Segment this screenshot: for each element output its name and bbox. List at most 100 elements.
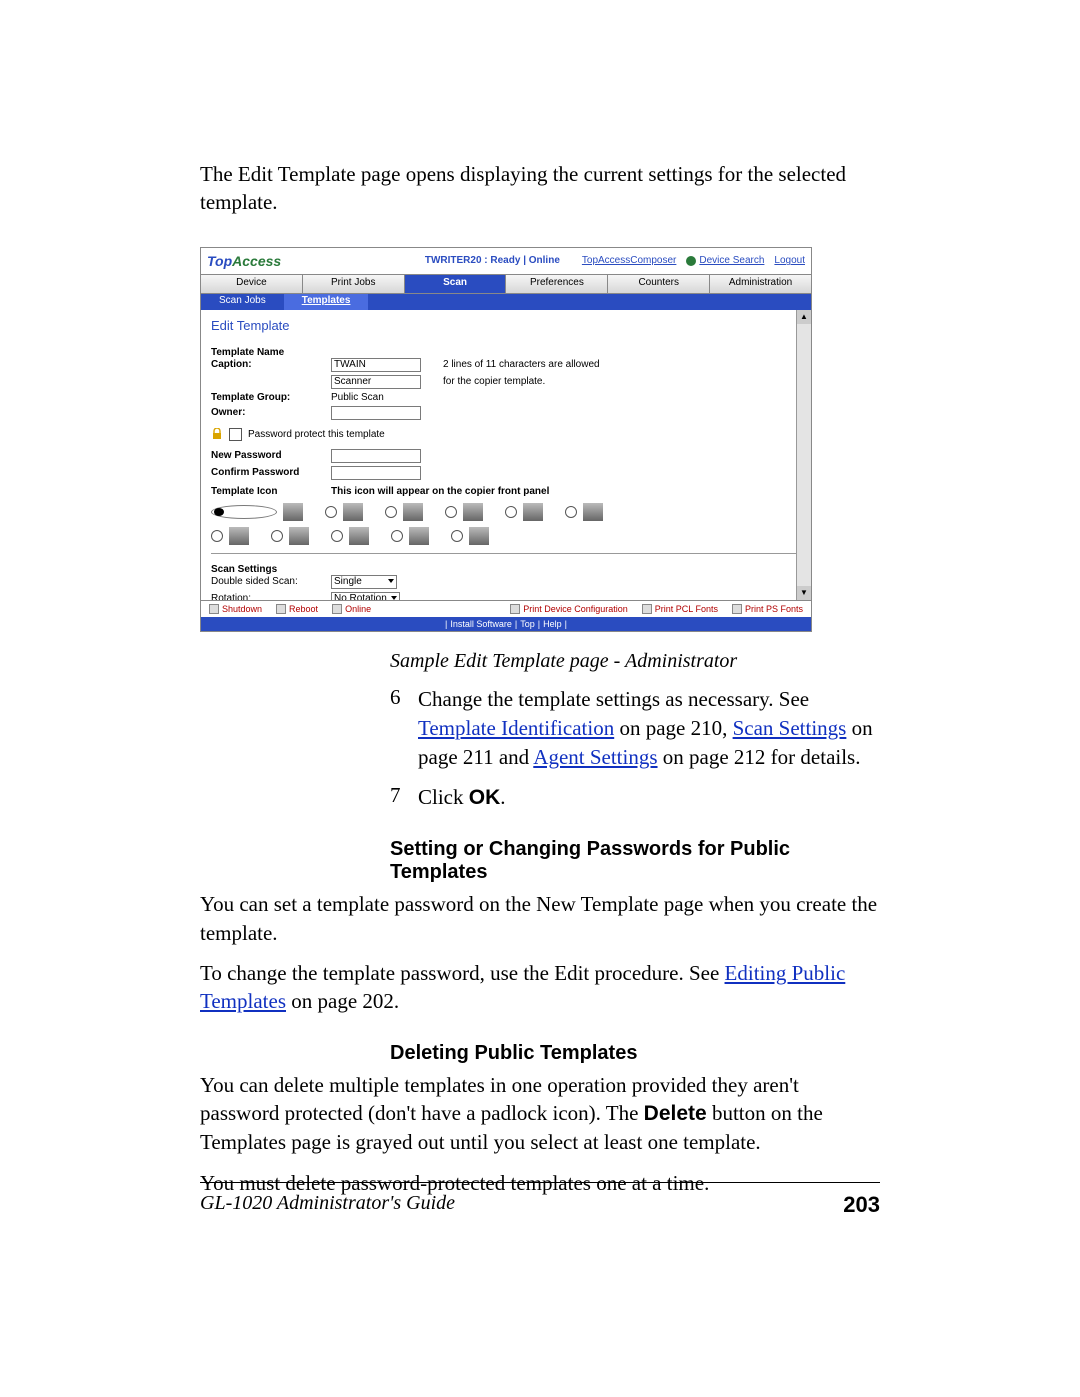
divider: [211, 553, 801, 554]
footer-title: GL-1020 Administrator's Guide: [200, 1192, 455, 1218]
brand-part1: Top: [207, 253, 232, 269]
template-icon-9: [349, 527, 369, 545]
ps-label: Print PS Fonts: [745, 604, 803, 614]
subtab-templates[interactable]: Templates: [284, 294, 369, 310]
logout-link[interactable]: Logout: [774, 255, 805, 266]
new-password-input[interactable]: [331, 449, 421, 463]
icon-radio-3[interactable]: [385, 506, 397, 518]
tab-device[interactable]: Device: [201, 275, 303, 293]
search-icon: [686, 256, 696, 266]
tab-counters[interactable]: Counters: [608, 275, 710, 293]
scroll-down-button[interactable]: ▼: [797, 586, 811, 600]
help-link[interactable]: Help: [543, 619, 562, 629]
composer-link[interactable]: TopAccessComposer: [582, 255, 676, 266]
subtab-scan-jobs[interactable]: Scan Jobs: [201, 294, 284, 310]
reboot-icon: [276, 604, 286, 614]
icon-radio-8[interactable]: [271, 530, 283, 542]
step-6-text: Change the template settings as necessar…: [418, 685, 880, 773]
owner-input[interactable]: [331, 406, 421, 420]
shutdown-link[interactable]: Shutdown: [209, 604, 262, 614]
template-icon-label: Template Icon: [211, 486, 331, 497]
top-link[interactable]: Top: [520, 619, 535, 629]
template-icon-8: [289, 527, 309, 545]
rotation-label: Rotation:: [211, 593, 331, 600]
caption-line2-input[interactable]: Scanner: [331, 375, 421, 389]
rotation-select[interactable]: No Rotation: [331, 592, 400, 600]
confirm-password-input[interactable]: [331, 466, 421, 480]
template-icon-row-1: [211, 503, 801, 521]
double-sided-label: Double sided Scan:: [211, 576, 331, 587]
password-protect-checkbox[interactable]: [229, 428, 242, 441]
template-icon-row-2: [211, 527, 801, 545]
scan-settings-link[interactable]: Scan Settings: [733, 716, 847, 740]
content-scrollbar[interactable]: ▲ ▼: [796, 310, 811, 600]
footer-page-number: 203: [843, 1192, 880, 1218]
print-device-config-link[interactable]: Print Device Configuration: [510, 604, 628, 614]
icon-radio-1[interactable]: [211, 505, 277, 519]
tab-print-jobs[interactable]: Print Jobs: [303, 275, 405, 293]
footer-rule: [200, 1182, 880, 1183]
sub-tabs: Scan Jobs Templates: [201, 294, 811, 310]
icon-radio-4[interactable]: [445, 506, 457, 518]
agent-settings-link[interactable]: Agent Settings: [533, 745, 657, 769]
template-identification-link[interactable]: Template Identification: [418, 716, 614, 740]
confirm-password-label: Confirm Password: [211, 467, 331, 478]
template-icon-5: [523, 503, 543, 521]
template-icon-hint: This icon will appear on the copier fron…: [331, 486, 549, 497]
icon-radio-5[interactable]: [505, 506, 517, 518]
template-icon-4: [463, 503, 483, 521]
deleting-templates-heading: Deleting Public Templates: [390, 1042, 880, 1065]
icon-radio-10[interactable]: [391, 530, 403, 542]
edit-template-screenshot: TopAccess TWRITER20 : Ready | Online Top…: [200, 247, 812, 632]
delete-paragraph-1: You can delete multiple templates in one…: [200, 1071, 880, 1157]
icon-radio-11[interactable]: [451, 530, 463, 542]
scroll-up-button[interactable]: ▲: [797, 310, 811, 324]
tab-preferences[interactable]: Preferences: [506, 275, 608, 293]
lock-icon: [211, 428, 223, 440]
install-software-link[interactable]: Install Software: [450, 619, 512, 629]
double-sided-select[interactable]: Single: [331, 575, 397, 589]
scan-settings-header: Scan Settings: [211, 564, 801, 575]
print-pcl-link[interactable]: Print PCL Fonts: [642, 604, 718, 614]
template-icon-7: [229, 527, 249, 545]
step-6: 6 Change the template settings as necess…: [390, 685, 880, 773]
step-7: 7 Click OK.: [390, 783, 880, 812]
app-header: TopAccess TWRITER20 : Ready | Online Top…: [201, 248, 811, 275]
device-search-link[interactable]: Device Search: [686, 255, 764, 266]
tab-administration[interactable]: Administration: [710, 275, 811, 293]
online-link[interactable]: Online: [332, 604, 371, 614]
template-icon-2: [343, 503, 363, 521]
device-status: TWRITER20 : Ready | Online: [425, 255, 560, 266]
icon-radio-6[interactable]: [565, 506, 577, 518]
reboot-label: Reboot: [289, 604, 318, 614]
document-page: The Edit Template page opens displaying …: [200, 160, 880, 1209]
reboot-link[interactable]: Reboot: [276, 604, 318, 614]
delete-button-text: Delete: [644, 1102, 707, 1125]
caption-hint1: 2 lines of 11 characters are allowed: [443, 359, 600, 370]
icon-radio-9[interactable]: [331, 530, 343, 542]
print-ps-link[interactable]: Print PS Fonts: [732, 604, 803, 614]
main-tabs: Device Print Jobs Scan Preferences Count…: [201, 275, 811, 294]
template-icon-10: [409, 527, 429, 545]
ps-icon: [732, 604, 742, 614]
intro-paragraph: The Edit Template page opens displaying …: [200, 160, 880, 217]
pdc-label: Print Device Configuration: [523, 604, 628, 614]
change-password-paragraph: To change the template password, use the…: [200, 959, 880, 1016]
online-icon: [332, 604, 342, 614]
online-label: Online: [345, 604, 371, 614]
icon-radio-2[interactable]: [325, 506, 337, 518]
brand-logo: TopAccess: [207, 253, 281, 269]
group-value: Public Scan: [331, 392, 384, 403]
template-icon-3: [403, 503, 423, 521]
pcl-icon: [642, 604, 652, 614]
owner-label: Owner:: [211, 407, 331, 418]
caption-line1-input[interactable]: TWAIN: [331, 358, 421, 372]
ok-text: OK: [469, 786, 501, 809]
set-password-paragraph: You can set a template password on the N…: [200, 890, 880, 947]
page-title: Edit Template: [211, 318, 801, 333]
icon-radio-7[interactable]: [211, 530, 223, 542]
caption-hint2: for the copier template.: [443, 376, 545, 387]
step-7-text: Click OK.: [418, 783, 880, 812]
shutdown-icon: [209, 604, 219, 614]
tab-scan[interactable]: Scan: [405, 275, 507, 293]
